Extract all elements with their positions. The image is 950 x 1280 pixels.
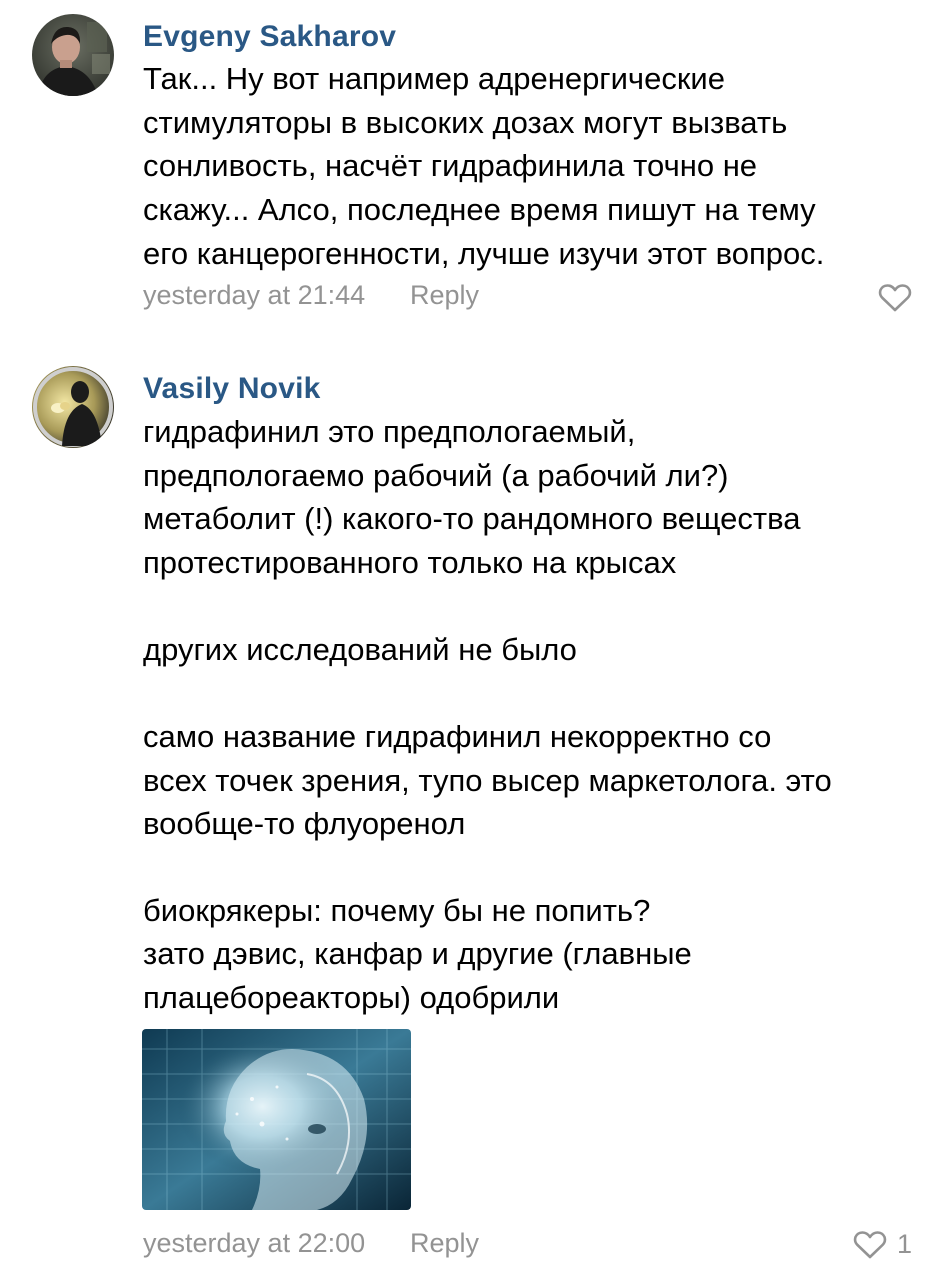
comment-text-line: вообще-то флуоренол <box>143 806 466 841</box>
user-photo-avatar-icon <box>32 366 114 448</box>
heart-icon <box>853 1230 887 1258</box>
comment-text-line: всех точек зрения, тупо высер маркетолог… <box>143 763 832 798</box>
comment-text-line: зато дэвис, канфар и другие (главные <box>143 936 692 971</box>
comment-text-line: протестированного только на крысах <box>143 545 677 580</box>
avatar[interactable] <box>32 366 114 448</box>
comment-text-line: плацебореакторы) одобрили <box>143 980 560 1015</box>
like-button[interactable]: 1 <box>853 1229 912 1260</box>
like-count: 1 <box>897 1229 913 1259</box>
comment-text-line: само название гидрафинил некорректно со <box>143 719 772 754</box>
comment-text-line: биокрякеры: почему бы не попить? <box>143 893 651 928</box>
comment-text-line: гидрафинил это предпологаемый, <box>143 414 636 449</box>
comment-text-line: метаболит (!) какого-то рандомного вещес… <box>143 501 801 536</box>
comment-timestamp: yesterday at 22:00 <box>143 1228 366 1258</box>
attached-image[interactable] <box>142 1029 411 1210</box>
digital-head-image-icon <box>142 1029 411 1210</box>
author-name[interactable]: Vasily Novik <box>143 372 321 406</box>
comment-text-line: других исследований не было <box>143 632 577 667</box>
comment-vasily-novik: Vasily Novik гидрафинил это предпологаем… <box>0 0 950 1280</box>
reply-button[interactable]: Reply <box>410 1228 479 1259</box>
comment-text-line: предпологаемо рабочий (а рабочий ли?) <box>143 458 729 493</box>
